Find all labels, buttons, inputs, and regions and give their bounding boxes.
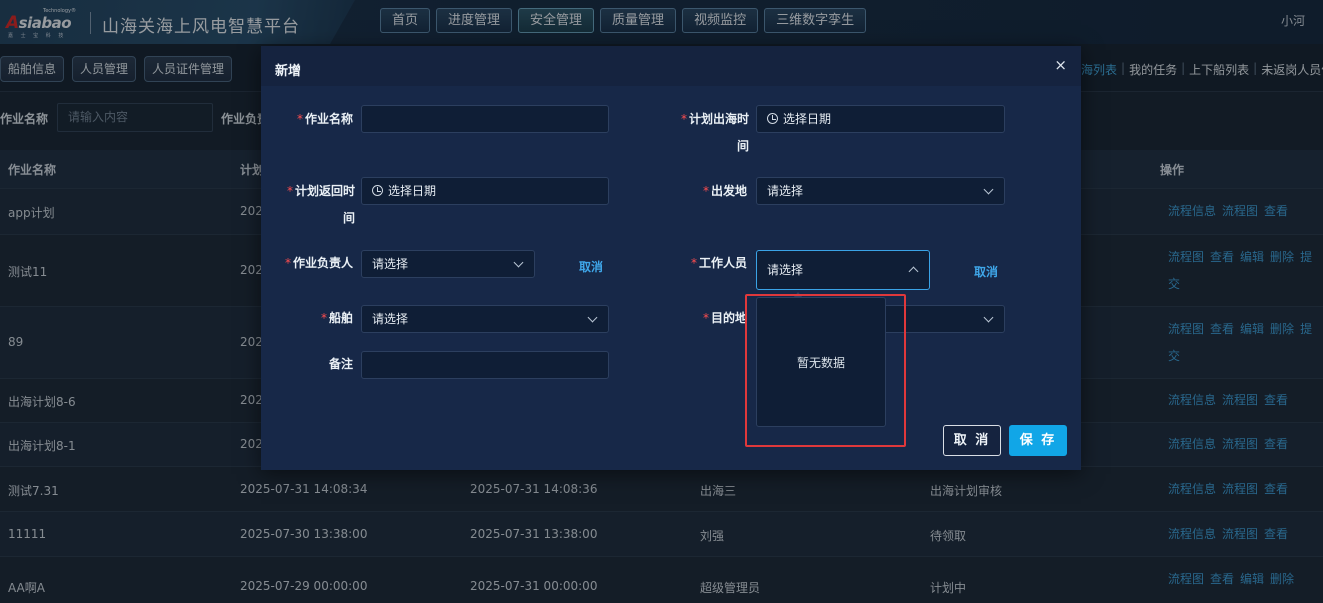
label-job-name: * 作业名称	[296, 112, 353, 126]
plan-out-date-picker[interactable]: 选择日期	[756, 105, 1005, 133]
label-leader: * 作业负责人	[284, 256, 353, 270]
label-destination: * 目的地	[702, 311, 747, 325]
job-name-input[interactable]	[361, 105, 609, 133]
cancel-button[interactable]: 取 消	[943, 425, 1001, 456]
plan-return-date-picker[interactable]: 选择日期	[361, 177, 609, 205]
workers-select[interactable]: 请选择	[756, 250, 930, 290]
label-departure: * 出发地	[702, 184, 747, 198]
ship-select[interactable]: 请选择	[361, 305, 609, 333]
chevron-down-icon	[983, 312, 994, 323]
save-button[interactable]: 保 存	[1009, 425, 1067, 456]
leader-cancel-link[interactable]: 取消	[579, 258, 603, 275]
label-plan-return-time: * 计划返回时间	[286, 184, 355, 225]
remark-input[interactable]	[361, 351, 609, 379]
chevron-down-icon	[983, 184, 994, 195]
departure-select[interactable]: 请选择	[756, 177, 1005, 205]
close-icon[interactable]: ×	[1054, 56, 1067, 74]
chevron-down-icon	[513, 257, 524, 268]
chevron-down-icon	[587, 312, 598, 323]
highlight-box	[745, 294, 906, 447]
label-workers: * 工作人员	[690, 256, 747, 270]
workers-cancel-link[interactable]: 取消	[974, 263, 998, 280]
clock-icon	[767, 113, 778, 124]
label-plan-out-time: * 计划出海时间	[680, 112, 749, 153]
leader-select[interactable]: 请选择	[361, 250, 535, 278]
chevron-up-icon	[908, 266, 919, 277]
dialog-title: 新增	[275, 64, 302, 79]
label-ship: * 船舶	[320, 311, 353, 325]
label-remark: 备注	[328, 357, 353, 371]
clock-icon	[372, 185, 383, 196]
